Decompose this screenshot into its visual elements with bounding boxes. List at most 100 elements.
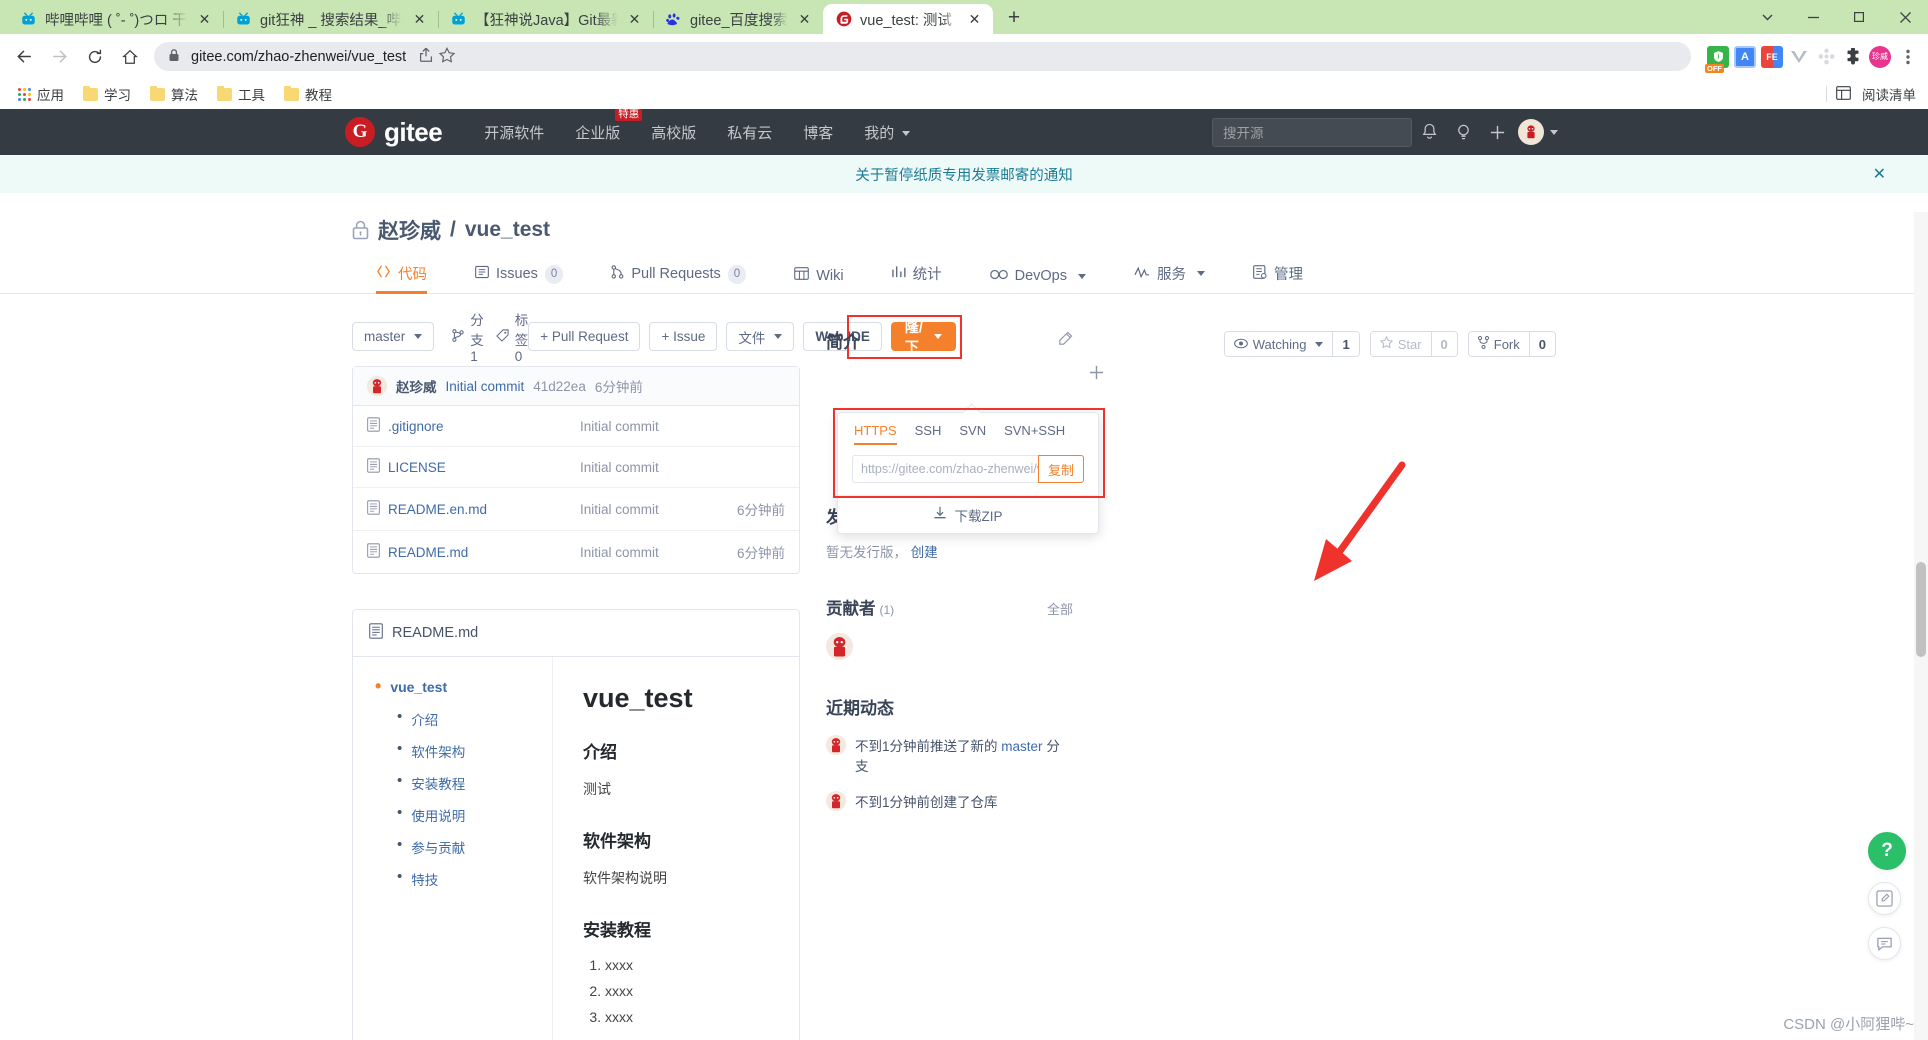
close-icon[interactable]: ✕ (626, 11, 643, 28)
nav-mine[interactable]: 我的 (864, 122, 911, 143)
file-row[interactable]: README.md Initial commit 6分钟前 (353, 531, 799, 573)
vue-devtools-extension[interactable] (1788, 46, 1810, 68)
branch-selector[interactable]: master (352, 322, 435, 351)
avatar[interactable] (826, 633, 853, 660)
tab-services[interactable]: 服务 (1110, 263, 1229, 293)
nav-open-source[interactable]: 开源软件 (484, 122, 544, 143)
vertical-scrollbar[interactable] (1914, 212, 1928, 1040)
reload-icon[interactable] (78, 40, 111, 73)
browser-tab-active[interactable]: vue_test: 测试 ✕ (823, 4, 993, 34)
help-button[interactable]: ? (1868, 832, 1906, 870)
clone-tab-svn-ssh[interactable]: SVN+SSH (995, 423, 1074, 445)
avatar[interactable] (1518, 119, 1544, 145)
plus-icon[interactable] (1480, 115, 1514, 149)
bookmark-folder-algorithms[interactable]: 算法 (142, 81, 206, 107)
feedback-button[interactable] (1868, 882, 1901, 915)
avatar[interactable]: 珍威 (1869, 45, 1891, 68)
browser-tab[interactable]: 【狂神说Java】Git最新教程通俗 ✕ (438, 4, 654, 34)
new-tab-button[interactable]: + (999, 3, 1029, 33)
branch-count[interactable]: 分支 1 (470, 309, 484, 364)
reading-list-label[interactable]: 阅读清单 (1860, 82, 1918, 106)
tag-count[interactable]: 标签 0 (515, 309, 529, 364)
nav-private-cloud[interactable]: 私有云 (727, 122, 772, 143)
close-icon[interactable]: ✕ (796, 11, 813, 28)
bookmark-folder-tools[interactable]: 工具 (209, 81, 273, 107)
tab-statistics[interactable]: 统计 (868, 263, 966, 293)
fork-button[interactable]: Fork 0 (1467, 331, 1556, 357)
file-link[interactable]: LICENSE (367, 458, 580, 476)
puzzle-extension[interactable] (1842, 46, 1864, 68)
file-row[interactable]: LICENSE Initial commit (353, 447, 799, 488)
plus-icon[interactable] (1088, 364, 1105, 387)
search-input[interactable]: 搜开源 (1212, 117, 1412, 147)
browser-tab[interactable]: 哔哩哔哩 ( ˚- ˚)つロ 干杯~-bili ✕ (8, 4, 224, 34)
nav-enterprise[interactable]: 企业版 特惠 (575, 109, 643, 143)
grammar-extension[interactable] (1815, 46, 1837, 68)
adblock-off-extension[interactable]: i OFF (1705, 45, 1729, 73)
tab-code[interactable]: 代码 (352, 263, 451, 294)
toc-root-item[interactable]: • vue_test (353, 677, 552, 703)
reading-list-icon[interactable] (1836, 85, 1851, 103)
file-row[interactable]: README.en.md Initial commit 6分钟前 (353, 488, 799, 531)
browser-tab[interactable]: git狂神 _ 搜索结果_哔哩哔哩_Bil ✕ (223, 4, 439, 34)
create-release-link[interactable]: 创建 (911, 545, 938, 560)
toc-item[interactable]: • 安装教程 (353, 767, 552, 799)
bookmark-folder-study[interactable]: 学习 (75, 81, 139, 107)
edit-icon[interactable] (1057, 331, 1073, 351)
copy-button[interactable]: 复制 (1038, 455, 1084, 483)
chevron-down-icon[interactable] (1550, 129, 1558, 135)
repo-name[interactable]: vue_test (465, 218, 550, 242)
close-icon[interactable]: ✕ (1873, 164, 1886, 184)
clone-tab-svn[interactable]: SVN (950, 423, 995, 445)
contributors-all-link[interactable]: 全部 (1047, 599, 1073, 618)
activity-branch-link[interactable]: master (1001, 739, 1042, 754)
minimize-icon[interactable] (1790, 0, 1836, 34)
maximize-icon[interactable] (1836, 0, 1882, 34)
close-icon[interactable] (1882, 0, 1928, 34)
forward-icon[interactable] (43, 40, 76, 73)
clone-tab-ssh[interactable]: SSH (906, 423, 951, 445)
chat-button[interactable] (1868, 927, 1901, 960)
gitee-logo[interactable]: G gitee (345, 117, 443, 148)
clone-tab-https[interactable]: HTTPS (852, 423, 906, 445)
translate-extension[interactable]: A (1734, 45, 1756, 68)
commit-message[interactable]: Initial commit (446, 379, 525, 394)
bookmark-apps[interactable]: 应用 (10, 81, 72, 107)
lightbulb-icon[interactable] (1446, 115, 1480, 149)
bell-icon[interactable] (1412, 115, 1446, 149)
pull-request-button[interactable]: + Pull Request (528, 322, 641, 351)
repo-owner[interactable]: 赵珍威 (378, 215, 441, 245)
toc-item[interactable]: • 参与贡献 (353, 831, 552, 863)
commit-sha[interactable]: 41d22ea (533, 379, 586, 394)
toc-item[interactable]: • 使用说明 (353, 799, 552, 831)
nav-education[interactable]: 高校版 (651, 122, 696, 143)
file-link[interactable]: README.md (367, 543, 580, 561)
close-icon[interactable]: ✕ (196, 11, 213, 28)
file-link[interactable]: README.en.md (367, 500, 580, 518)
share-icon[interactable] (417, 46, 435, 67)
chevron-down-icon[interactable] (1744, 0, 1790, 34)
home-icon[interactable] (113, 40, 146, 73)
tab-manage[interactable]: 管理 (1229, 263, 1327, 293)
chrome-menu-icon[interactable] (1896, 42, 1920, 72)
tab-devops[interactable]: DevOps (966, 268, 1110, 293)
toc-item[interactable]: • 特技 (353, 863, 552, 895)
tab-pull-requests[interactable]: Pull Requests 0 (587, 264, 770, 293)
watching-button[interactable]: Watching 1 (1223, 331, 1360, 357)
tab-issues[interactable]: Issues 0 (451, 264, 587, 293)
browser-tab[interactable]: gitee_百度搜索 ✕ (653, 4, 823, 34)
bookmark-folder-tutorials[interactable]: 教程 (276, 81, 340, 107)
star-icon[interactable] (438, 46, 456, 67)
star-button[interactable]: Star 0 (1369, 331, 1458, 357)
download-zip-button[interactable]: 下载ZIP (838, 495, 1098, 533)
close-icon[interactable]: ✕ (411, 11, 428, 28)
file-row[interactable]: .gitignore Initial commit (353, 406, 799, 447)
nav-blog[interactable]: 博客 (803, 122, 833, 143)
close-icon[interactable]: ✕ (966, 11, 983, 28)
tab-wiki[interactable]: Wiki (770, 267, 867, 293)
fe-helper-extension[interactable]: FE (1761, 45, 1783, 68)
url-bar[interactable]: gitee.com/zhao-zhenwei/vue_test (154, 42, 1691, 71)
commit-author[interactable]: 赵珍威 (396, 376, 437, 396)
file-button[interactable]: 文件 (726, 322, 795, 351)
file-link[interactable]: .gitignore (367, 417, 580, 435)
